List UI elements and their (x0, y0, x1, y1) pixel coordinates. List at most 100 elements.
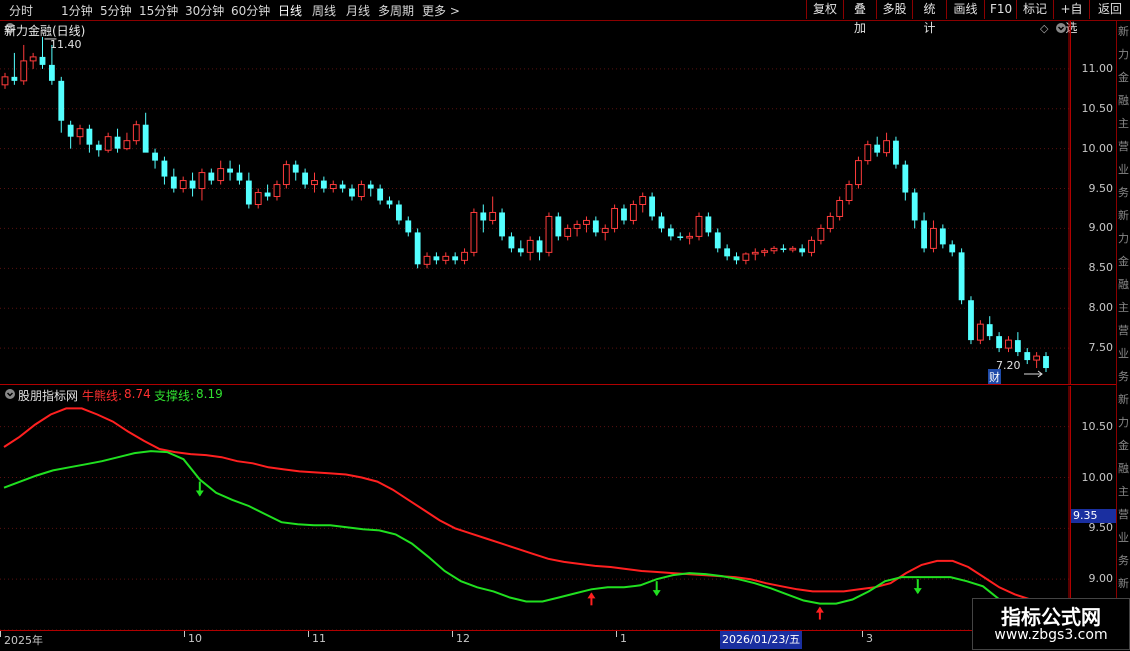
candle[interactable] (1024, 348, 1031, 365)
panel-divider[interactable] (0, 384, 1116, 385)
candle[interactable] (705, 212, 712, 237)
candle[interactable] (489, 196, 497, 225)
toolbar-button-1[interactable]: 叠加 (843, 0, 876, 35)
candle[interactable] (86, 124, 93, 153)
candle[interactable] (282, 160, 290, 189)
candle[interactable] (836, 196, 844, 221)
candle[interactable] (357, 180, 365, 201)
candle[interactable] (452, 252, 459, 265)
candle[interactable] (536, 236, 543, 261)
candle[interactable] (611, 204, 619, 233)
toolbar-button-0[interactable]: 复权 (806, 0, 843, 19)
candle[interactable] (592, 216, 599, 237)
candle[interactable] (864, 140, 872, 165)
candle[interactable] (733, 252, 740, 265)
period-tab-3[interactable]: 15分钟 (139, 2, 178, 19)
period-tab-6[interactable]: 日线 (278, 2, 302, 19)
period-tab-5[interactable]: 60分钟 (231, 2, 270, 19)
candle[interactable] (217, 160, 225, 185)
indicator-menu-icon[interactable] (4, 387, 16, 401)
candle[interactable] (949, 240, 956, 257)
candle[interactable] (911, 188, 918, 229)
candle[interactable] (170, 168, 177, 193)
candle[interactable] (921, 212, 927, 253)
candle[interactable] (621, 204, 627, 225)
candle[interactable] (264, 184, 271, 201)
toolbar-button-6[interactable]: 标记 (1016, 0, 1053, 19)
candle[interactable] (564, 224, 572, 241)
candle[interactable] (349, 184, 355, 201)
candle[interactable] (780, 244, 787, 253)
indicator-panel[interactable]: 股朋指标网 牛熊线: 8.74 支撑线: 8.19 (0, 386, 1070, 651)
candle[interactable] (39, 36, 46, 69)
candle[interactable] (517, 240, 524, 257)
candle[interactable] (367, 180, 374, 197)
candle[interactable] (1, 72, 9, 89)
toolbar-button-2[interactable]: 多股 (876, 0, 912, 19)
period-tab-8[interactable]: 月线 (346, 2, 370, 19)
main-price-panel[interactable]: 新力金融(日线) 11.40 7.20 财 ◇ (0, 21, 1070, 385)
candle[interactable] (245, 172, 252, 209)
candle[interactable] (302, 168, 309, 189)
candle[interactable] (104, 132, 112, 153)
period-tab-10[interactable]: 更多 > (422, 2, 460, 19)
candle[interactable] (845, 180, 853, 205)
candle[interactable] (526, 236, 534, 261)
candle[interactable] (808, 236, 815, 257)
candle[interactable] (198, 168, 206, 201)
candle[interactable] (254, 188, 262, 209)
candle[interactable] (480, 204, 487, 233)
candle[interactable] (414, 228, 421, 269)
candle[interactable] (658, 212, 665, 233)
candle[interactable] (442, 252, 450, 265)
candle[interactable] (76, 124, 84, 145)
toolbar-button-4[interactable]: 画线 (946, 0, 984, 19)
candle[interactable] (142, 112, 149, 153)
candle[interactable] (601, 224, 609, 241)
finance-badge[interactable]: 财 (988, 369, 1001, 385)
candle[interactable] (273, 180, 281, 201)
candle[interactable] (20, 44, 28, 85)
candle[interactable] (629, 200, 637, 225)
candle[interactable] (189, 172, 196, 197)
candle[interactable] (161, 156, 168, 185)
candle[interactable] (968, 296, 974, 345)
collapse-icon[interactable] (1055, 22, 1067, 37)
period-tab-1[interactable]: 1分钟 (61, 2, 93, 19)
candle[interactable] (761, 248, 769, 257)
candle[interactable] (152, 148, 158, 169)
candle[interactable] (874, 136, 881, 157)
candle[interactable] (639, 192, 647, 213)
candle[interactable] (677, 232, 684, 241)
candle[interactable] (883, 132, 890, 157)
candle[interactable] (114, 128, 121, 153)
indicator-chart[interactable] (0, 386, 1070, 651)
toolbar-button-8[interactable]: 返回 (1089, 0, 1130, 19)
support-line[interactable] (3, 450, 1032, 651)
candle[interactable] (686, 232, 694, 245)
candle[interactable] (461, 248, 468, 265)
candle[interactable] (423, 252, 431, 269)
candle[interactable] (395, 200, 402, 225)
candle[interactable] (292, 160, 299, 181)
toolbar-button-7[interactable]: +自选 (1053, 0, 1089, 35)
period-tab-2[interactable]: 5分钟 (100, 2, 132, 19)
candle[interactable] (714, 228, 721, 253)
candle[interactable] (996, 332, 1003, 353)
candle[interactable] (470, 208, 478, 257)
toolbar-button-3[interactable]: 统计 (912, 0, 946, 35)
candle[interactable] (311, 172, 318, 193)
period-tab-4[interactable]: 30分钟 (185, 2, 224, 19)
candle[interactable] (789, 245, 797, 253)
candle[interactable] (573, 220, 581, 237)
candle[interactable] (742, 252, 750, 265)
period-tab-9[interactable]: 多周期 (378, 2, 414, 19)
candle[interactable] (377, 184, 384, 205)
candle[interactable] (227, 160, 233, 181)
candle[interactable] (893, 136, 899, 169)
candle[interactable] (236, 164, 243, 185)
candle[interactable] (695, 212, 703, 241)
candle[interactable] (855, 156, 862, 189)
candle[interactable] (751, 248, 759, 261)
candle[interactable] (386, 196, 393, 209)
